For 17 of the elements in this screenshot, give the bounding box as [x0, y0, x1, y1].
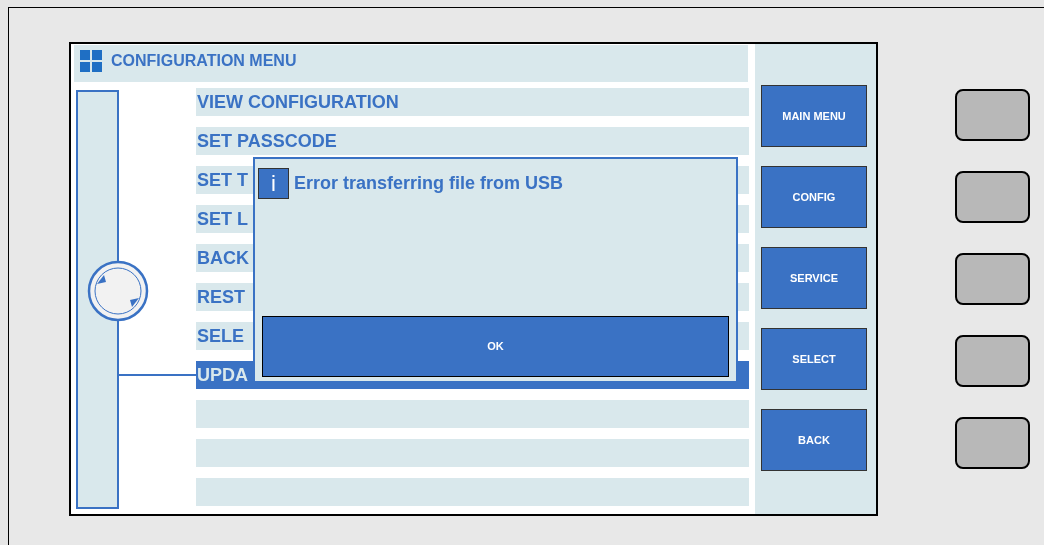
- side-button[interactable]: BACK: [761, 409, 867, 471]
- ok-button[interactable]: OK: [262, 316, 729, 377]
- hardware-key[interactable]: [955, 335, 1030, 387]
- menu-item[interactable]: VIEW CONFIGURATION: [196, 88, 749, 116]
- hardware-key[interactable]: [955, 171, 1030, 223]
- hardware-key[interactable]: [955, 417, 1030, 469]
- side-button[interactable]: SELECT: [761, 328, 867, 390]
- side-button[interactable]: MAIN MENU: [761, 85, 867, 147]
- screen-title: CONFIGURATION MENU: [111, 51, 297, 71]
- hardware-key[interactable]: [955, 89, 1030, 141]
- grid-icon: [80, 50, 102, 72]
- side-button[interactable]: CONFIG: [761, 166, 867, 228]
- hardware-key[interactable]: [955, 253, 1030, 305]
- info-icon: i: [258, 168, 289, 199]
- dialog-message: Error transferring file from USB: [294, 172, 564, 195]
- menu-item[interactable]: SET PASSCODE: [196, 127, 749, 155]
- side-button[interactable]: SERVICE: [761, 247, 867, 309]
